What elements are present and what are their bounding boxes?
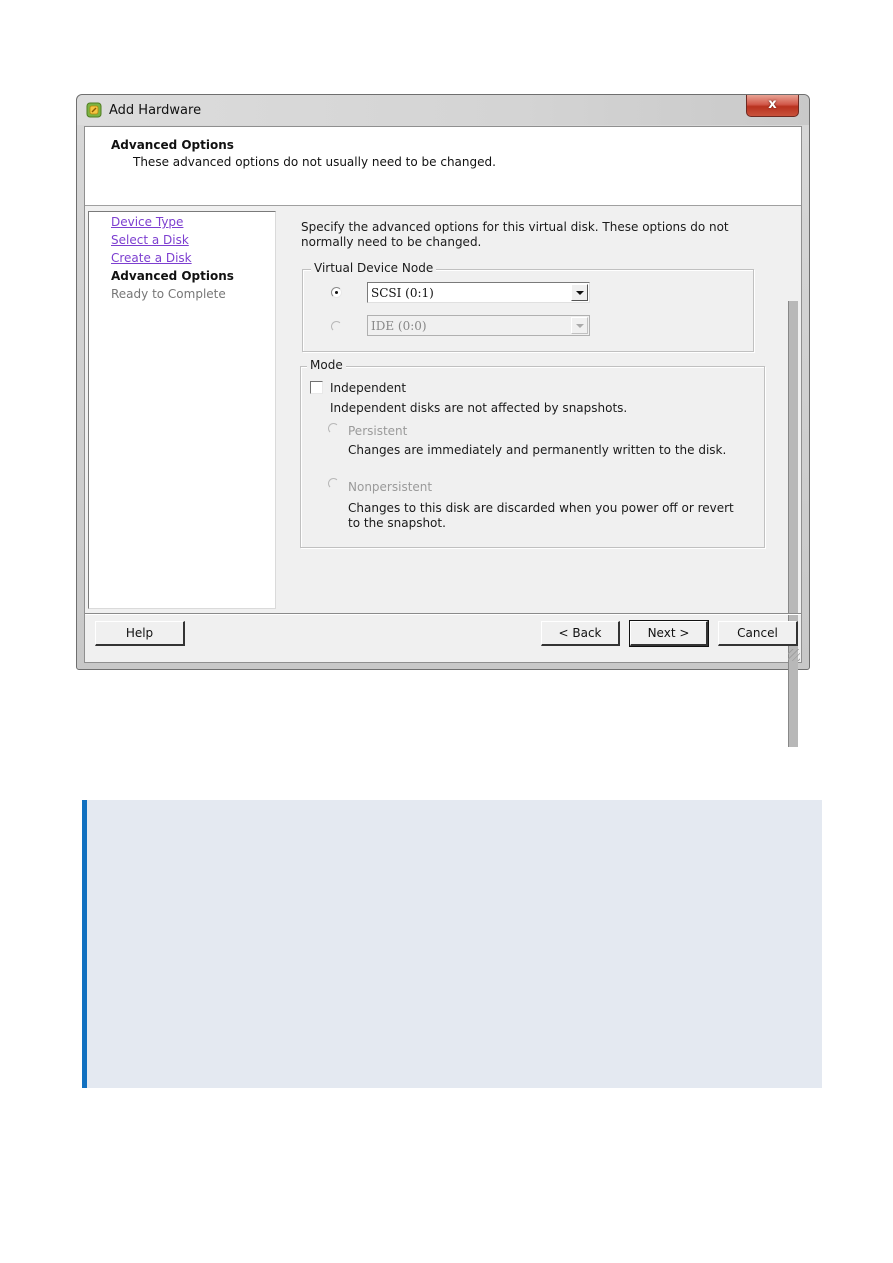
nonpersistent-radio[interactable] (328, 478, 339, 489)
page-title: Advanced Options (111, 138, 234, 152)
close-icon: x (768, 97, 777, 112)
ide-radio[interactable] (331, 321, 342, 332)
independent-checkbox[interactable] (310, 381, 323, 394)
resize-grip-icon[interactable] (788, 649, 800, 661)
wizard-steps-panel: Device Type Select a Disk Create a Disk … (88, 211, 276, 609)
title-bar[interactable]: Add Hardware x (77, 95, 809, 125)
step-ready-to-complete: Ready to Complete (111, 287, 226, 301)
nonpersistent-description: Changes to this disk are discarded when … (348, 501, 734, 530)
scsi-radio[interactable] (331, 287, 342, 298)
mode-group: Mode Independent Independent disks are n… (300, 358, 765, 548)
instructions-text: Specify the advanced options for this vi… (301, 220, 729, 249)
back-button[interactable]: < Back (541, 621, 620, 646)
mode-legend: Mode (307, 358, 346, 372)
persistent-label[interactable]: Persistent (348, 424, 407, 438)
chevron-down-icon[interactable] (571, 284, 588, 301)
persistent-radio[interactable] (328, 423, 339, 434)
add-hardware-dialog: Add Hardware x Advanced Options These ad… (76, 94, 810, 747)
virtual-device-node-group: Virtual Device Node SCSI (0:1) IDE (0:0) (302, 261, 754, 352)
persistent-description: Changes are immediately and permanently … (348, 443, 727, 457)
note-callout-box (82, 800, 822, 1088)
dialog-client-area: Advanced Options These advanced options … (84, 126, 802, 747)
independent-description: Independent disks are not affected by sn… (330, 401, 628, 415)
footer-divider (85, 613, 801, 615)
main-panel: Specify the advanced options for this vi… (290, 211, 798, 747)
wizard-header: Advanced Options These advanced options … (85, 127, 801, 206)
scsi-node-select[interactable]: SCSI (0:1) (367, 282, 590, 303)
window-title: Add Hardware (109, 103, 202, 118)
ide-node-value: IDE (0:0) (371, 319, 427, 333)
chevron-down-icon[interactable] (571, 317, 588, 334)
step-select-a-disk[interactable]: Select a Disk (111, 233, 189, 247)
page-subtitle: These advanced options do not usually ne… (133, 155, 496, 169)
step-advanced-options: Advanced Options (111, 269, 234, 283)
step-device-type[interactable]: Device Type (111, 215, 183, 229)
ide-node-select[interactable]: IDE (0:0) (367, 315, 590, 336)
next-button[interactable]: Next > (629, 620, 709, 647)
virtual-device-node-legend: Virtual Device Node (311, 261, 437, 275)
independent-label[interactable]: Independent (330, 381, 406, 395)
cancel-button[interactable]: Cancel (718, 621, 798, 646)
close-button[interactable]: x (746, 95, 799, 117)
step-create-a-disk[interactable]: Create a Disk (111, 251, 192, 265)
help-button[interactable]: Help (95, 621, 185, 646)
scsi-node-value: SCSI (0:1) (371, 286, 434, 300)
vmware-app-icon (86, 102, 102, 118)
vertical-scrollbar[interactable] (788, 301, 798, 747)
nonpersistent-label[interactable]: Nonpersistent (348, 480, 432, 494)
